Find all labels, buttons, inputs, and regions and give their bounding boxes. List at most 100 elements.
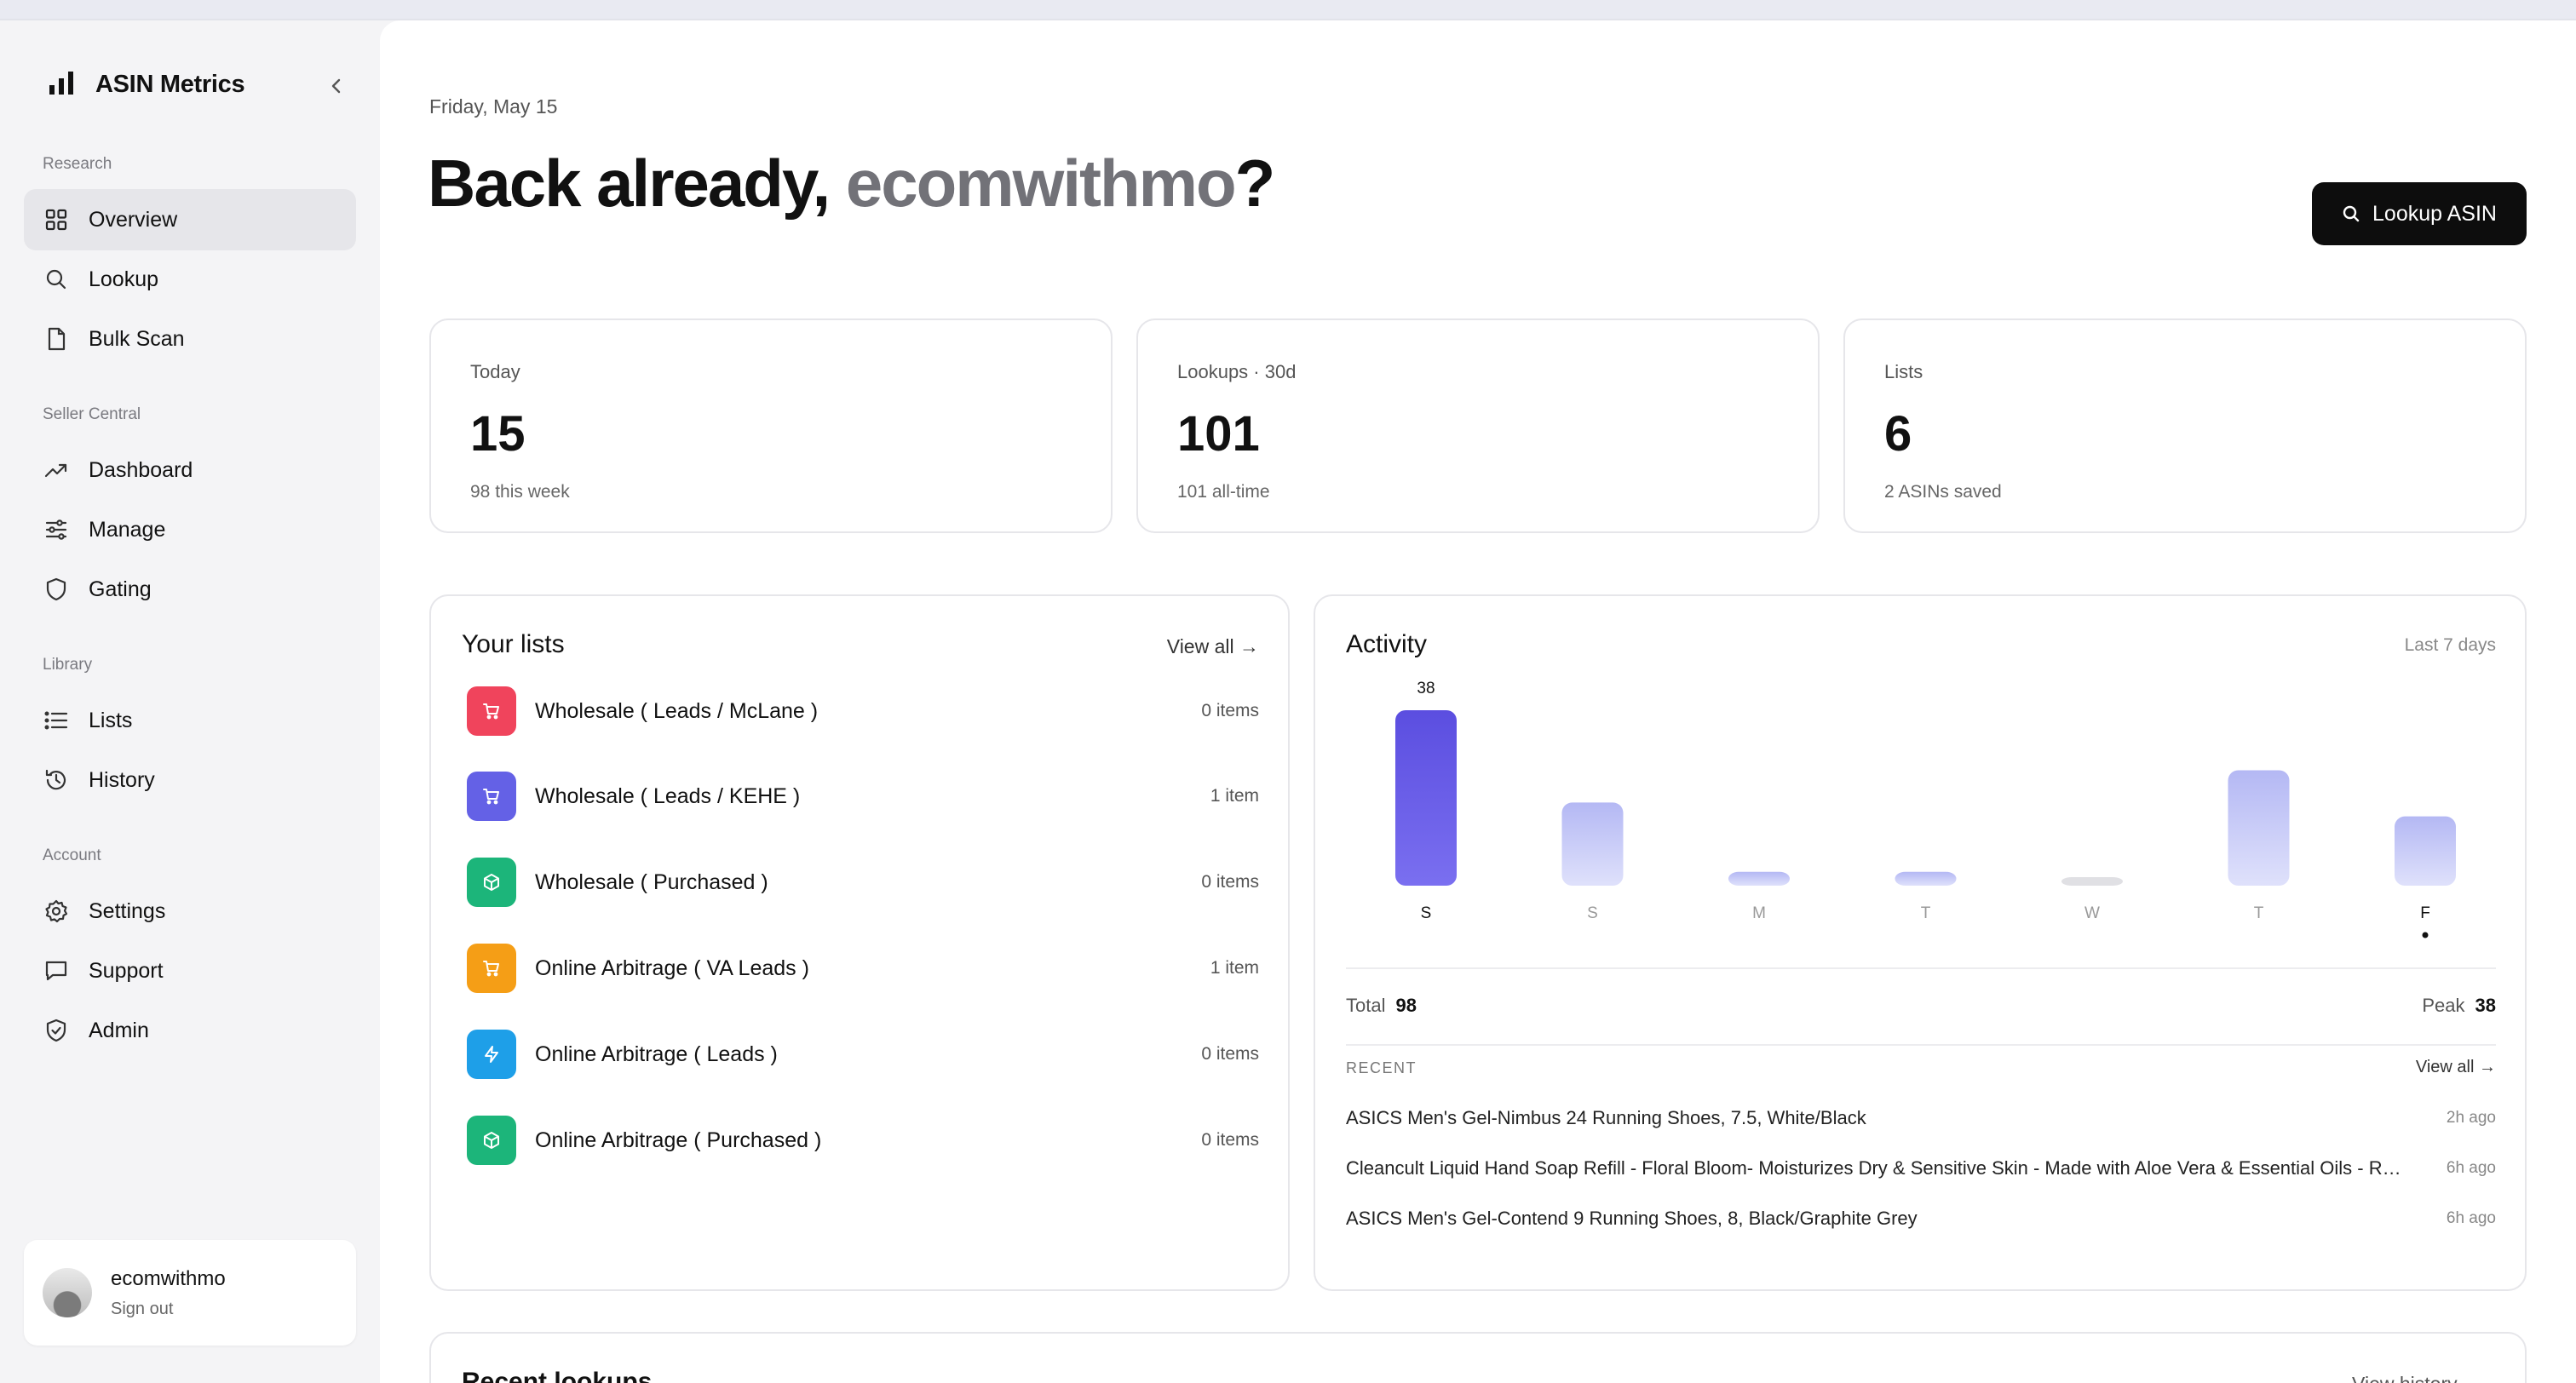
section-label-research: Research [43, 155, 112, 173]
panel-title: Recent lookups [462, 1368, 653, 1383]
list-name: Online Arbitrage ( Purchased ) [535, 1128, 822, 1152]
divider [1346, 1044, 2496, 1046]
grid-icon [44, 208, 68, 232]
recent-lookup-row[interactable]: ASICS Men's Gel-Nimbus 24 Running Shoes,… [1346, 1107, 2496, 1129]
recent-lookups-panel: Recent lookups View history → [429, 1332, 2527, 1383]
sidebar-item-manage[interactable]: Manage [24, 499, 356, 560]
sidebar-item-label: Admin [89, 1018, 149, 1042]
recent-lookup-row[interactable]: Cleancult Liquid Hand Soap Refill - Flor… [1346, 1157, 2496, 1179]
stat-card-today: Today 15 98 this week [429, 318, 1113, 533]
sidebar-item-overview[interactable]: Overview [24, 189, 356, 250]
view-all-lists-link[interactable]: View all → [1167, 635, 1259, 658]
current-date: Friday, May 15 [429, 95, 558, 118]
page-title: Back already, ecomwithmo? [428, 145, 1275, 222]
activity-bar[interactable] [1395, 710, 1457, 886]
sidebar-item-support[interactable]: Support [24, 940, 356, 1001]
sidebar-item-label: Bulk Scan [89, 326, 185, 351]
sidebar-item-admin[interactable]: Admin [24, 1000, 356, 1061]
stat-value: 6 [1884, 406, 1912, 462]
recent-lookup-title: ASICS Men's Gel-Contend 9 Running Shoes,… [1346, 1208, 1918, 1229]
stat-subtext: 101 all-time [1177, 482, 1270, 502]
activity-peak: Peak 38 [2422, 995, 2496, 1017]
cart-icon [483, 961, 499, 977]
section-label-library: Library [43, 656, 93, 674]
lookup-asin-label: Lookup ASIN [2372, 201, 2497, 226]
shield-icon [44, 577, 68, 601]
sidebar-item-lists[interactable]: Lists [24, 690, 356, 751]
section-label-seller-central: Seller Central [43, 405, 141, 423]
recent-section-label: RECENT [1346, 1059, 1417, 1076]
stat-subtext: 2 ASINs saved [1884, 482, 2002, 502]
list-item[interactable]: Wholesale ( Purchased ) 0 items [467, 852, 1259, 912]
sidebar-item-bulk-scan[interactable]: Bulk Scan [24, 308, 356, 370]
avatar[interactable] [43, 1268, 92, 1317]
lookup-asin-button[interactable]: Lookup ASIN [2312, 182, 2527, 245]
recent-lookup-time: 6h ago [2446, 1209, 2496, 1227]
peak-label: Peak [2422, 995, 2465, 1016]
section-label-account: Account [43, 846, 101, 864]
sidebar-item-label: Settings [89, 898, 166, 923]
activity-bar[interactable] [1561, 802, 1624, 886]
list-count: 0 items [1201, 701, 1259, 720]
total-value: 98 [1395, 995, 1417, 1016]
day-tick-label: F [2420, 904, 2430, 922]
stat-label: Lists [1884, 361, 1923, 382]
collapse-sidebar-button[interactable] [322, 72, 351, 100]
activity-bar[interactable] [2395, 816, 2456, 886]
view-all-recent-link[interactable]: View all → [2416, 1058, 2496, 1077]
brand[interactable]: ASIN Metrics [48, 70, 245, 100]
user-card: ecomwithmo Sign out [24, 1240, 356, 1346]
list-item[interactable]: Online Arbitrage ( VA Leads ) 1 item [467, 938, 1259, 998]
window-top-strip [0, 0, 2576, 20]
list-count: 1 item [1210, 786, 1259, 806]
stat-label: Lookups · 30d [1177, 361, 1297, 382]
stat-card-lookups: Lookups · 30d 101 101 all-time [1136, 318, 1820, 533]
search-icon [44, 267, 68, 291]
activity-panel: Activity Last 7 days S 38 S M T W T F Total 98 … [1314, 594, 2527, 1291]
list-color-icon [467, 1116, 516, 1165]
activity-total: Total 98 [1346, 995, 1417, 1017]
sidebar-item-label: Gating [89, 577, 152, 601]
activity-bar[interactable] [1895, 871, 1957, 886]
sidebar-item-lookup[interactable]: Lookup [24, 249, 356, 310]
recent-lookup-time: 6h ago [2446, 1159, 2496, 1177]
sign-out-link[interactable]: Sign out [111, 1300, 226, 1319]
sidebar-item-label: Lookup [89, 267, 159, 291]
view-history-link[interactable]: View history → [2352, 1373, 2482, 1383]
message-square-icon [44, 959, 68, 983]
list-count: 0 items [1201, 1044, 1259, 1064]
bolt-icon [485, 1046, 498, 1063]
sidebar-item-settings[interactable]: Settings [24, 881, 356, 942]
list-item[interactable]: Online Arbitrage ( Leads ) 0 items [467, 1024, 1259, 1084]
list-count: 0 items [1201, 1130, 1259, 1150]
today-indicator-dot [2422, 932, 2429, 938]
cart-icon [483, 703, 499, 720]
activity-bar[interactable] [2061, 877, 2123, 886]
recent-lookup-row[interactable]: ASICS Men's Gel-Contend 9 Running Shoes,… [1346, 1208, 2496, 1230]
sidebar-item-gating[interactable]: Gating [24, 559, 356, 620]
activity-bar[interactable] [2228, 770, 2290, 886]
peak-value: 38 [2475, 995, 2496, 1016]
list-color-icon [467, 686, 516, 736]
list-color-icon [467, 944, 516, 993]
list-item[interactable]: Online Arbitrage ( Purchased ) 0 items [467, 1110, 1259, 1170]
search-icon [2343, 205, 2360, 222]
sidebar-item-label: Dashboard [89, 457, 193, 482]
stat-card-lists: Lists 6 2 ASINs saved [1843, 318, 2527, 533]
list-name: Wholesale ( Leads / KEHE ) [535, 783, 801, 808]
list-item[interactable]: Wholesale ( Leads / KEHE ) 1 item [467, 766, 1259, 826]
activity-bar[interactable] [1728, 871, 1790, 886]
list-color-icon [467, 772, 516, 821]
stat-subtext: 98 this week [470, 482, 570, 502]
panel-title: Your lists [462, 630, 565, 658]
sidebar-item-history[interactable]: History [24, 749, 356, 811]
list-count: 0 items [1201, 872, 1259, 892]
chevron-left-icon [331, 78, 341, 94]
list-item[interactable]: Wholesale ( Leads / McLane ) 0 items [467, 681, 1259, 741]
box-icon [484, 874, 499, 891]
cart-icon [483, 789, 499, 805]
recent-lookup-title: ASICS Men's Gel-Nimbus 24 Running Shoes,… [1346, 1107, 1866, 1128]
shield-check-icon [44, 1019, 68, 1042]
recent-lookup-title: Cleancult Liquid Hand Soap Refill - Flor… [1346, 1157, 2436, 1179]
sidebar-item-dashboard[interactable]: Dashboard [24, 439, 356, 501]
